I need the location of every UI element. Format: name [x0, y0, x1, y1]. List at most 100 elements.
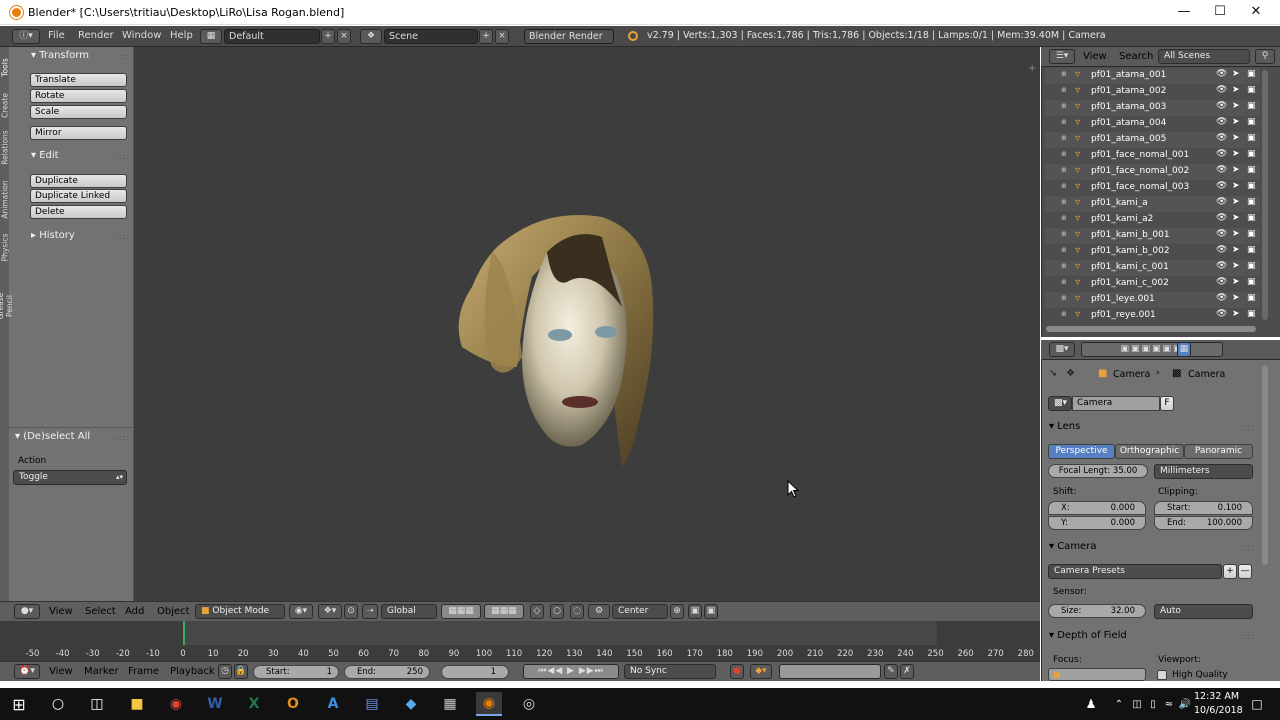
renderable-icon[interactable]: ▣: [1247, 293, 1256, 303]
selectable-icon[interactable]: ➤: [1232, 213, 1240, 223]
visibility-icon[interactable]: 👁: [1216, 277, 1227, 287]
selectable-icon[interactable]: ➤: [1232, 101, 1240, 111]
visibility-icon[interactable]: 👁: [1216, 149, 1227, 159]
outliner-row[interactable]: ⊕ ▿ pf01_kami_a2 👁 ➤ ▣: [1045, 212, 1260, 228]
outliner-row[interactable]: ⊕ ▿ pf01_face_nomal_003 👁 ➤ ▣: [1045, 180, 1260, 196]
selectable-icon[interactable]: ➤: [1232, 165, 1240, 175]
expand-icon[interactable]: ⊕: [1061, 150, 1067, 158]
camera-data-tab-icon[interactable]: ▦: [1177, 342, 1191, 357]
menu-select[interactable]: Select: [85, 606, 116, 617]
menu-view[interactable]: View: [49, 606, 73, 617]
outliner-row[interactable]: ⊕ ▿ pf01_kami_c_001 👁 ➤ ▣: [1045, 260, 1260, 276]
camera-panel-header[interactable]: ▾ Camera: [1049, 541, 1254, 552]
clock-date[interactable]: 10/6/2018: [1194, 705, 1243, 716]
expand-icon[interactable]: ⊕: [1061, 182, 1067, 190]
expand-icon[interactable]: ⊕: [1061, 230, 1067, 238]
layers-grid-icon-2[interactable]: ▦▦▦: [484, 604, 524, 619]
renderable-icon[interactable]: ▣: [1247, 181, 1256, 191]
panoramic-button[interactable]: Panoramic: [1184, 444, 1253, 459]
outliner-vscrollbar[interactable]: [1262, 70, 1268, 320]
renderable-icon[interactable]: ▣: [1247, 309, 1256, 319]
end-frame-field[interactable]: End: 250: [344, 665, 430, 679]
expand-icon[interactable]: ⊕: [1061, 262, 1067, 270]
expand-icon[interactable]: ⊕: [1061, 214, 1067, 222]
camera-presets-select[interactable]: Camera Presets: [1048, 564, 1222, 579]
pin-icon[interactable]: ➘: [1049, 368, 1057, 379]
expand-icon[interactable]: ⊕: [1061, 246, 1067, 254]
3d-viewport[interactable]: +: [134, 47, 1040, 601]
visibility-icon[interactable]: 👁: [1216, 117, 1227, 127]
fake-user-button[interactable]: F: [1160, 396, 1174, 411]
menu-window[interactable]: Window: [122, 30, 161, 41]
visibility-icon[interactable]: 👁: [1216, 101, 1227, 111]
perspective-button[interactable]: Perspective: [1048, 444, 1115, 459]
chrome-icon[interactable]: ◉: [163, 692, 189, 716]
head-model[interactable]: [452, 207, 667, 472]
mirror-button[interactable]: Mirror: [30, 126, 127, 140]
dof-grip-icon[interactable]: ::::: [1240, 632, 1272, 641]
render-preview-icon[interactable]: ○: [550, 604, 564, 619]
visibility-icon[interactable]: 👁: [1216, 245, 1227, 255]
clip-start-field[interactable]: Start: 0.100: [1154, 501, 1253, 515]
outliner-filter-select[interactable]: All Scenes: [1158, 49, 1250, 64]
menu-help[interactable]: Help: [170, 30, 193, 41]
insert-key-icon[interactable]: ✎: [884, 664, 898, 679]
selectable-icon[interactable]: ➤: [1232, 133, 1240, 143]
pivot-select[interactable]: Center: [612, 604, 668, 619]
outlook-icon[interactable]: O: [280, 692, 306, 716]
tab-create[interactable]: Create: [1, 83, 10, 129]
visibility-icon[interactable]: 👁: [1216, 309, 1227, 319]
renderable-icon[interactable]: ▣: [1247, 149, 1256, 159]
selectable-icon[interactable]: ➤: [1232, 197, 1240, 207]
layers-grid-icon[interactable]: ▦▦▦: [441, 604, 481, 619]
app-a-icon[interactable]: A: [320, 692, 346, 716]
selectable-icon[interactable]: ➤: [1232, 245, 1240, 255]
selectable-icon[interactable]: ➤: [1232, 181, 1240, 191]
selectable-icon[interactable]: ➤: [1232, 261, 1240, 271]
task-view-icon[interactable]: ◫: [84, 692, 110, 716]
add-scene-icon[interactable]: +: [479, 29, 493, 44]
remove-preset-button[interactable]: —: [1238, 564, 1252, 579]
proportional-edit-icon[interactable]: ◌: [570, 604, 584, 619]
visibility-icon[interactable]: 👁: [1216, 181, 1227, 191]
render-still-icon[interactable]: ▣: [688, 604, 702, 619]
renderable-icon[interactable]: ▣: [1247, 69, 1256, 79]
outliner-row[interactable]: ⊕ ▿ pf01_kami_b_001 👁 ➤ ▣: [1045, 228, 1260, 244]
menu-timeline-view[interactable]: View: [49, 666, 73, 677]
focus-object-field[interactable]: ■: [1048, 668, 1146, 681]
delete-button[interactable]: Delete: [30, 205, 127, 219]
menu-marker[interactable]: Marker: [84, 666, 119, 677]
selectable-icon[interactable]: ➤: [1232, 309, 1240, 319]
selectable-icon[interactable]: ➤: [1232, 85, 1240, 95]
expand-icon[interactable]: ⊕: [1061, 310, 1067, 318]
duplicate-button[interactable]: Duplicate: [30, 174, 127, 188]
menu-file[interactable]: File: [48, 30, 65, 41]
selectable-icon[interactable]: ➤: [1232, 293, 1240, 303]
high-quality-checkbox[interactable]: [1157, 670, 1167, 680]
obs-icon[interactable]: ◎: [516, 692, 542, 716]
calculator-icon[interactable]: ▦: [437, 692, 463, 716]
app-network-icon[interactable]: ▤: [359, 692, 385, 716]
outliner-row[interactable]: ⊕ ▿ pf01_atama_004 👁 ➤ ▣: [1045, 116, 1260, 132]
word-icon[interactable]: W: [202, 692, 228, 716]
snap-icon[interactable]: ⚙: [588, 604, 610, 619]
timeline[interactable]: -50 -40 -30 -20 -10 0 10 20 30 40 50 60 70 80 90 100 110…: [0, 621, 1040, 661]
outliner-row[interactable]: ⊕ ▿ pf01_atama_005 👁 ➤ ▣: [1045, 132, 1260, 148]
mode-select[interactable]: ■ Object Mode: [195, 604, 285, 619]
renderable-icon[interactable]: ▣: [1247, 197, 1256, 207]
outliner-row[interactable]: ⊕ ▿ pf01_atama_001 👁 ➤ ▣: [1045, 68, 1260, 84]
scene-field[interactable]: Scene: [384, 29, 478, 44]
renderable-icon[interactable]: ▣: [1247, 277, 1256, 287]
shift-x-field[interactable]: X: 0.000: [1048, 501, 1146, 515]
tab-relations[interactable]: Relations: [1, 125, 10, 171]
outliner-scrollbar[interactable]: [1046, 326, 1256, 332]
excel-icon[interactable]: X: [241, 692, 267, 716]
pivot-icon[interactable]: ❖▾: [318, 604, 342, 619]
outliner-row[interactable]: ⊕ ▿ pf01_leye.001 👁 ➤ ▣: [1045, 292, 1260, 308]
expand-icon[interactable]: ⊕: [1061, 134, 1067, 142]
timeline-cursor[interactable]: [183, 621, 185, 645]
outliner-row[interactable]: ⊕ ▿ pf01_atama_003 👁 ➤ ▣: [1045, 100, 1260, 116]
visibility-icon[interactable]: 👁: [1216, 133, 1227, 143]
renderable-icon[interactable]: ▣: [1247, 117, 1256, 127]
outliner-row[interactable]: ⊕ ▿ pf01_atama_002 👁 ➤ ▣: [1045, 84, 1260, 100]
